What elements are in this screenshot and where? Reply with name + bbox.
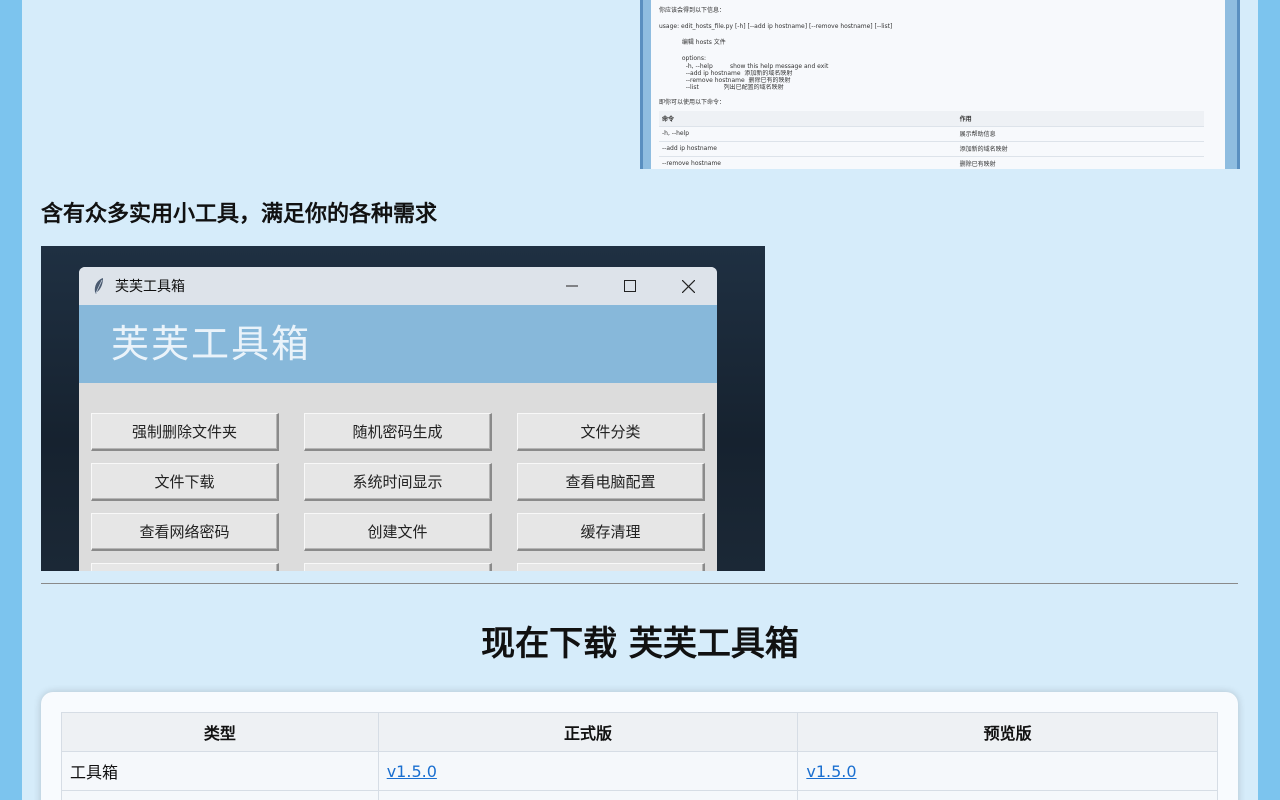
doc-line: options: xyxy=(659,55,707,62)
window-titlebar: 芙芙工具箱 xyxy=(79,267,717,305)
window-title: 芙芙工具箱 xyxy=(115,279,185,295)
doc-line: 即你可以使用以下命令： xyxy=(659,99,726,106)
tool-button[interactable] xyxy=(517,563,705,571)
system-time-button[interactable]: 系统时间显示 xyxy=(304,463,492,501)
minimize-button[interactable] xyxy=(543,267,601,305)
table-header-preview: 预览版 xyxy=(797,712,1218,752)
close-icon xyxy=(681,279,695,293)
doc-table-cell: 删除已有映射 xyxy=(956,156,1204,169)
table-row xyxy=(61,790,1218,800)
doc-line: 你应该会得到以下信息： xyxy=(659,7,726,14)
doc-line: --add ip hostname 添加新的域名映射 xyxy=(659,70,793,77)
app-window: 芙芙工具箱 芙芙工具箱 强制删除文件夹 随机密码生成 文件分类 文件下载 系统时… xyxy=(79,267,717,571)
doc-table-cell: 展示帮助信息 xyxy=(956,126,1204,142)
table-header-stable: 正式版 xyxy=(377,712,799,752)
features-heading: 含有众多实用小工具，满足你的各种需求 xyxy=(41,202,438,227)
doc-table-cell: --add ip hostname xyxy=(659,141,957,157)
stable-version-cell xyxy=(377,790,799,800)
table-row: -h, --help 展示帮助信息 xyxy=(659,126,1204,142)
stable-version-cell: v1.5.0 xyxy=(377,751,799,791)
download-type-cell: 工具箱 xyxy=(61,751,379,791)
app-banner: 芙芙工具箱 xyxy=(79,305,717,383)
doc-table-cell: 添加新的域名映射 xyxy=(956,141,1204,157)
maximize-button[interactable] xyxy=(601,267,659,305)
tool-button-grid: 强制删除文件夹 随机密码生成 文件分类 文件下载 系统时间显示 查看电脑配置 查… xyxy=(91,413,705,571)
tool-button[interactable] xyxy=(304,563,492,571)
doc-table-header: 命令 xyxy=(659,111,957,127)
doc-line: 编辑 hosts 文件 xyxy=(659,39,726,46)
docs-screenshot-content: 你应该会得到以下信息： usage: edit_hosts_file.py [-… xyxy=(651,0,1225,169)
create-file-button[interactable]: 创建文件 xyxy=(304,513,492,551)
cache-clean-button[interactable]: 缓存清理 xyxy=(517,513,705,551)
close-button[interactable] xyxy=(659,267,717,305)
doc-line: -h, --help show this help message and ex… xyxy=(659,63,829,70)
minimize-icon xyxy=(566,285,578,287)
tool-button[interactable] xyxy=(91,563,279,571)
preview-version-cell xyxy=(797,790,1218,800)
force-delete-folder-button[interactable]: 强制删除文件夹 xyxy=(91,413,279,451)
network-password-button[interactable]: 查看网络密码 xyxy=(91,513,279,551)
docs-screenshot: 你应该会得到以下信息： usage: edit_hosts_file.py [-… xyxy=(640,0,1240,169)
doc-table-cell: --remove hostname xyxy=(659,156,957,169)
download-heading: 现在下载 芙芙工具箱 xyxy=(481,624,799,664)
stable-download-link[interactable]: v1.5.0 xyxy=(387,762,437,781)
table-row: --add ip hostname 添加新的域名映射 xyxy=(659,141,1204,157)
table-row: --remove hostname 删除已有映射 xyxy=(659,156,1204,169)
pc-config-button[interactable]: 查看电脑配置 xyxy=(517,463,705,501)
doc-line: --remove hostname 删除已有的映射 xyxy=(659,77,791,84)
random-password-button[interactable]: 随机密码生成 xyxy=(304,413,492,451)
maximize-icon xyxy=(624,280,636,292)
file-classify-button[interactable]: 文件分类 xyxy=(517,413,705,451)
download-type-cell xyxy=(61,790,379,800)
download-card: 类型 正式版 预览版 工具箱 v1.5.0 v1.5.0 xyxy=(41,692,1238,800)
page-content: 你应该会得到以下信息： usage: edit_hosts_file.py [-… xyxy=(22,0,1258,800)
preview-version-cell: v1.5.0 xyxy=(797,751,1218,791)
doc-command-table: 命令 作用 -h, --help 展示帮助信息 --add ip hostnam… xyxy=(659,111,1204,169)
preview-download-link[interactable]: v1.5.0 xyxy=(806,762,856,781)
feather-icon xyxy=(94,278,103,294)
file-download-button[interactable]: 文件下载 xyxy=(91,463,279,501)
doc-line: usage: edit_hosts_file.py [-h] [--add ip… xyxy=(659,23,893,30)
table-row: 工具箱 v1.5.0 v1.5.0 xyxy=(61,751,1218,791)
download-table: 类型 正式版 预览版 工具箱 v1.5.0 v1.5.0 xyxy=(61,712,1218,800)
doc-line: --list 列出已配置的域名映射 xyxy=(659,84,784,91)
doc-table-header: 作用 xyxy=(956,111,1204,127)
doc-table-cell: -h, --help xyxy=(659,126,957,142)
section-divider xyxy=(41,583,1238,584)
app-screenshot: 芙芙工具箱 芙芙工具箱 强制删除文件夹 随机密码生成 文件分类 文件下载 系统时… xyxy=(41,246,765,571)
table-header-type: 类型 xyxy=(61,712,379,752)
